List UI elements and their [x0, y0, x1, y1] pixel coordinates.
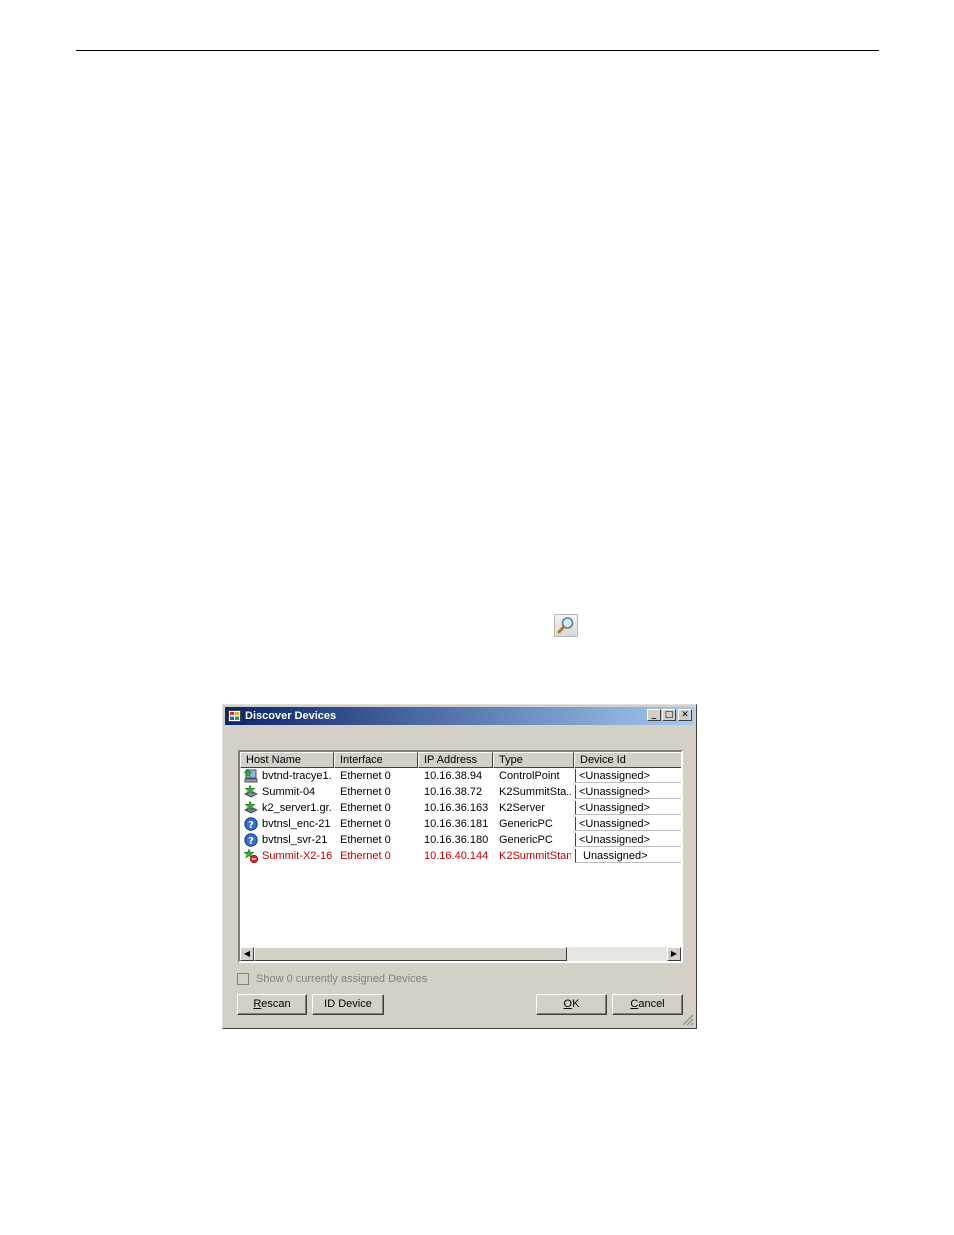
id-device-button[interactable]: ID Device: [312, 994, 384, 1015]
column-type[interactable]: Type: [493, 752, 574, 768]
interface-cell: Ethernet 0: [340, 834, 391, 846]
cancel-button[interactable]: Cancel: [612, 994, 683, 1015]
type-cell: GenericPC: [499, 834, 553, 846]
k2summit-star-icon: [244, 785, 258, 798]
controlpoint-star-icon: [244, 769, 258, 783]
device-row[interactable]: bvtnd-tracye1... Ethernet 0 10.16.38.94 …: [240, 768, 681, 784]
interface-cell: Ethernet 0: [340, 770, 391, 782]
ip-address-cell: 10.16.36.181: [424, 818, 489, 830]
question-icon: ?: [244, 817, 258, 831]
host-name-cell: bvtnsl_svr-21: [262, 834, 328, 846]
scrollbar-thumb[interactable]: [254, 947, 567, 961]
ip-address-cell: 10.16.40.144: [424, 850, 489, 862]
type-cell: K2SummitSta...: [499, 786, 571, 798]
app-window-icon: [228, 710, 241, 722]
interface-cell: Ethernet 0: [340, 786, 391, 798]
device-id-field[interactable]: <Unassigned>: [575, 769, 681, 783]
minimize-button[interactable]: _: [647, 709, 661, 721]
show-assigned-label: Show 0 currently assigned Devices: [256, 973, 428, 985]
discover-search-icon[interactable]: [554, 614, 578, 637]
show-assigned-checkbox[interactable]: [237, 973, 249, 985]
maximize-button[interactable]: □: [662, 709, 676, 721]
column-ip-address[interactable]: IP Address: [418, 752, 493, 768]
rescan-button[interactable]: Rescan: [237, 994, 307, 1015]
question-icon: ?: [244, 833, 258, 847]
device-row[interactable]: k2_server1.gr... Ethernet 0 10.16.36.163…: [240, 800, 681, 816]
column-host-name[interactable]: Host Name: [240, 752, 334, 768]
type-cell: GenericPC: [499, 818, 553, 830]
device-row[interactable]: Summit-X2-16 Ethernet 0 10.16.40.144 K2S…: [240, 848, 681, 864]
ip-address-cell: 10.16.38.72: [424, 786, 483, 798]
ip-address-cell: 10.16.36.180: [424, 834, 489, 846]
device-id-field[interactable]: <Unassigned>: [575, 817, 681, 831]
discover-devices-dialog: Discover Devices _ □ ✕ Host Name Interfa…: [222, 704, 697, 1029]
svg-text:?: ?: [248, 836, 254, 847]
dialog-titlebar[interactable]: Discover Devices _ □ ✕: [225, 707, 694, 725]
host-name-cell: Summit-04: [262, 786, 316, 798]
scroll-left-icon[interactable]: ◀: [240, 947, 254, 961]
type-cell: K2Server: [499, 802, 545, 814]
page-top-rule: [76, 50, 879, 51]
ip-address-cell: 10.16.36.163: [424, 802, 489, 814]
interface-cell: Ethernet 0: [340, 850, 391, 862]
ok-button[interactable]: OK: [536, 994, 607, 1015]
close-button[interactable]: ✕: [678, 709, 692, 721]
svg-text:?: ?: [248, 820, 254, 831]
dialog-title: Discover Devices: [245, 710, 337, 722]
host-name-cell: bvtnsl_enc-21: [262, 818, 331, 830]
error-star-icon: [244, 849, 258, 863]
device-row[interactable]: ? bvtnsl_enc-21 Ethernet 0 10.16.36.181 …: [240, 816, 681, 832]
device-list[interactable]: Host Name Interface IP Address Type Devi…: [238, 750, 683, 963]
host-name-cell: k2_server1.gr...: [262, 802, 332, 814]
column-device-id[interactable]: Device Id: [574, 752, 681, 768]
scroll-right-icon[interactable]: ▶: [667, 947, 681, 961]
horizontal-scrollbar[interactable]: ◀ ▶: [240, 947, 681, 961]
type-cell: ControlPoint: [499, 770, 560, 782]
device-id-field[interactable]: Unassigned>: [575, 849, 681, 863]
interface-cell: Ethernet 0: [340, 818, 391, 830]
k2server-star-icon: [244, 801, 258, 814]
column-interface[interactable]: Interface: [334, 752, 418, 768]
interface-cell: Ethernet 0: [340, 802, 391, 814]
type-cell: K2SummitStan...: [499, 850, 571, 862]
host-name-cell: bvtnd-tracye1...: [262, 770, 332, 782]
device-id-field[interactable]: <Unassigned>: [575, 801, 681, 815]
device-row[interactable]: Summit-04 Ethernet 0 10.16.38.72 K2Summi…: [240, 784, 681, 800]
host-name-cell: Summit-X2-16: [262, 850, 332, 862]
device-id-field[interactable]: <Unassigned>: [575, 785, 681, 799]
device-list-header: Host Name Interface IP Address Type Devi…: [240, 752, 681, 768]
device-id-field[interactable]: <Unassigned>: [575, 833, 681, 847]
resize-grip-icon[interactable]: [682, 1014, 694, 1026]
ip-address-cell: 10.16.38.94: [424, 770, 483, 782]
device-row[interactable]: ? bvtnsl_svr-21 Ethernet 0 10.16.36.180 …: [240, 832, 681, 848]
